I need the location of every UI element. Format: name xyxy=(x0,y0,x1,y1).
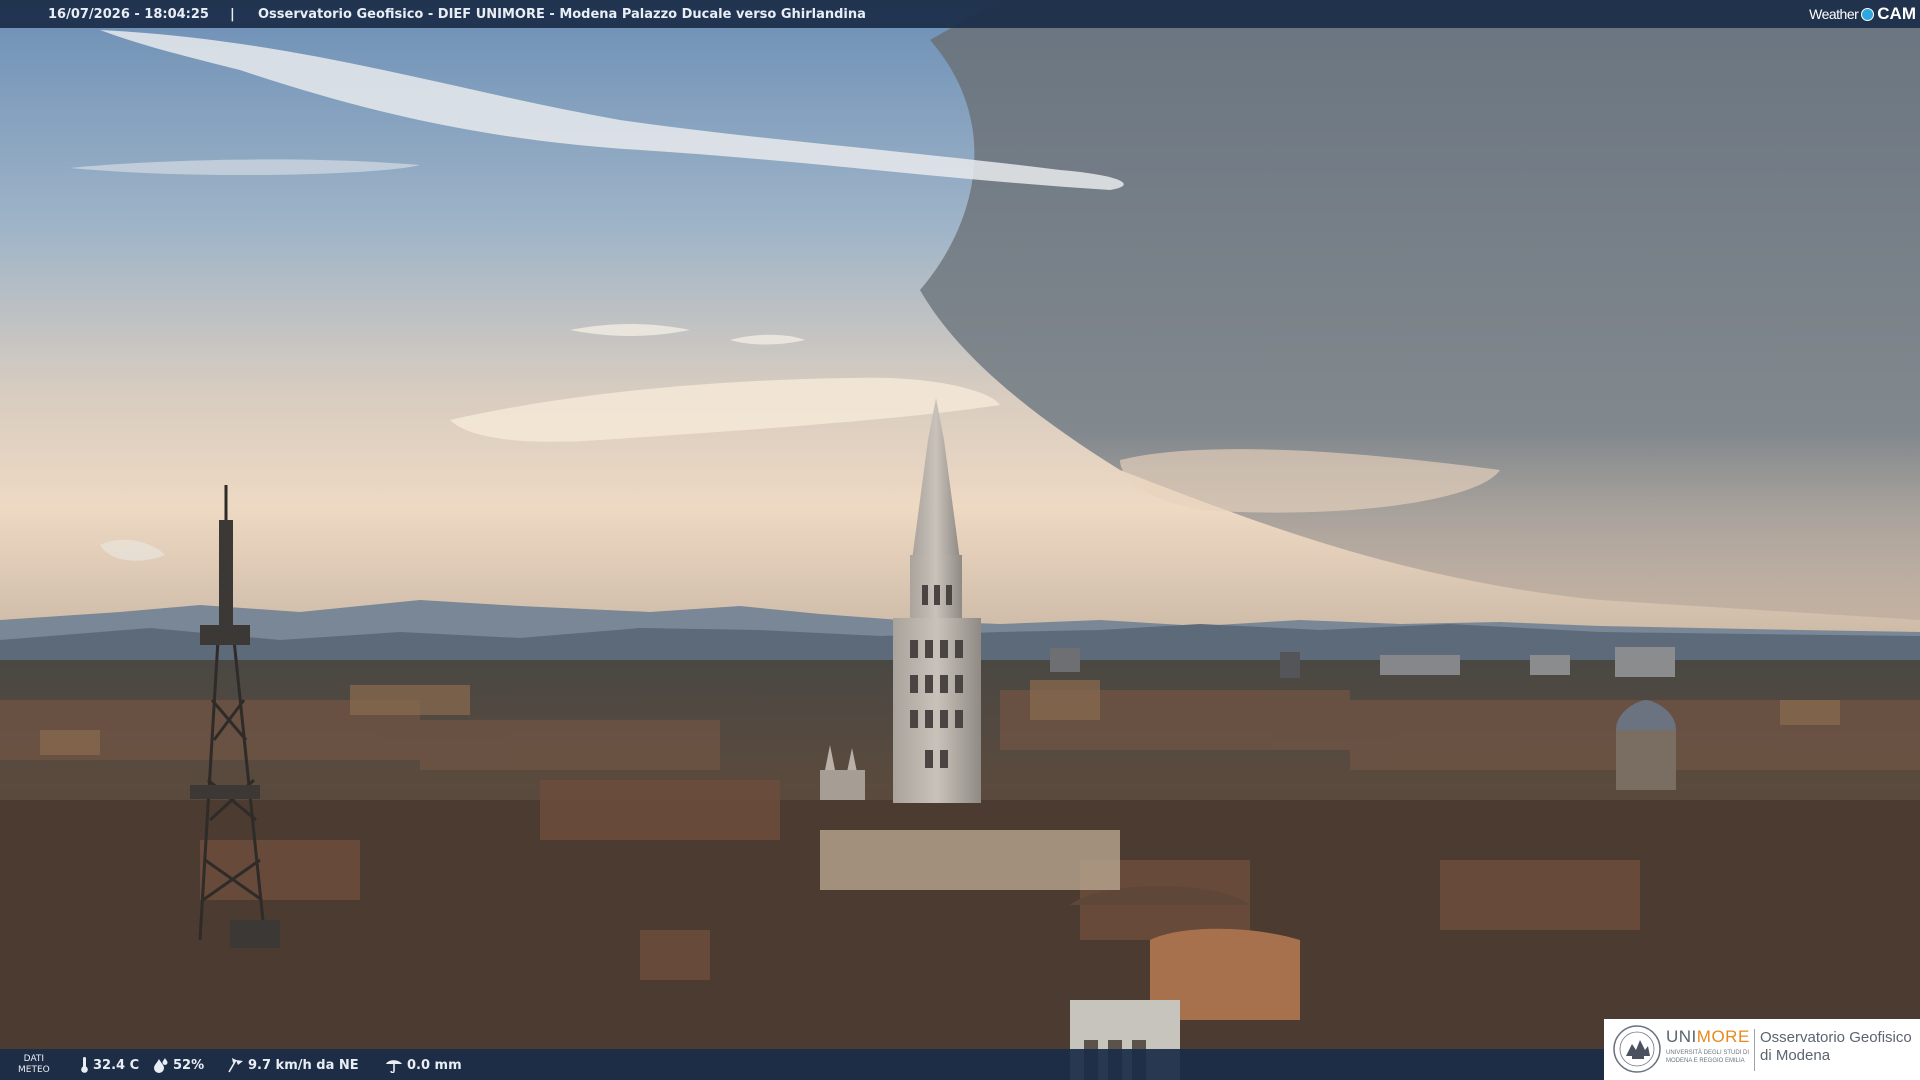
wind-value: 9.7 km/h da NE xyxy=(248,1057,359,1073)
weathercam-logo: Weather CAM xyxy=(1809,3,1916,25)
humidity-reading: 52% xyxy=(153,1057,204,1073)
caption-bar: 16/07/2026 - 18:04:25 | Osservatorio Geo… xyxy=(0,0,1920,28)
timestamp: 16/07/2026 - 18:04:25 xyxy=(48,7,209,22)
brand-cam-text: CAM xyxy=(1877,4,1916,23)
webcam-image xyxy=(0,0,1920,1080)
caption-separator: | xyxy=(230,7,235,22)
osservatorio-name: Osservatorio Geofisico di Modena xyxy=(1760,1029,1912,1064)
unimore-seal-icon xyxy=(1613,1025,1661,1073)
thermometer-icon xyxy=(81,1057,88,1073)
wind-reading: 9.7 km/h da NE xyxy=(226,1057,359,1073)
logo-divider xyxy=(1754,1029,1755,1071)
dati-meteo-label: DATI METEO xyxy=(18,1054,50,1075)
brand-weather-text: Weather xyxy=(1809,6,1859,22)
humidity-drop-icon xyxy=(154,1058,168,1073)
wind-icon xyxy=(228,1058,243,1073)
unimore-subtitle: UNIVERSITÀ DEGLI STUDI DI MODENA E REGGI… xyxy=(1666,1050,1750,1064)
temperature-reading: 32.4 C xyxy=(80,1057,139,1073)
humidity-value: 52% xyxy=(173,1057,205,1073)
unimore-wordmark: UNIMORE xyxy=(1666,1027,1750,1046)
unimore-logo-box: UNIMORE UNIVERSITÀ DEGLI STUDI DI MODENA… xyxy=(1604,1019,1920,1080)
camera-title: Osservatorio Geofisico - DIEF UNIMORE - … xyxy=(258,7,866,22)
rain-gauge-icon xyxy=(386,1060,402,1073)
temperature-value: 32.4 C xyxy=(93,1057,140,1073)
weather-data-bar: DATI METEO 32.4 C 52% 9.7 km/h da NE 0.0… xyxy=(0,1049,1605,1080)
rain-value: 0.0 mm xyxy=(407,1057,462,1073)
rain-reading: 0.0 mm xyxy=(385,1057,462,1073)
brand-dot-icon xyxy=(1861,7,1875,21)
